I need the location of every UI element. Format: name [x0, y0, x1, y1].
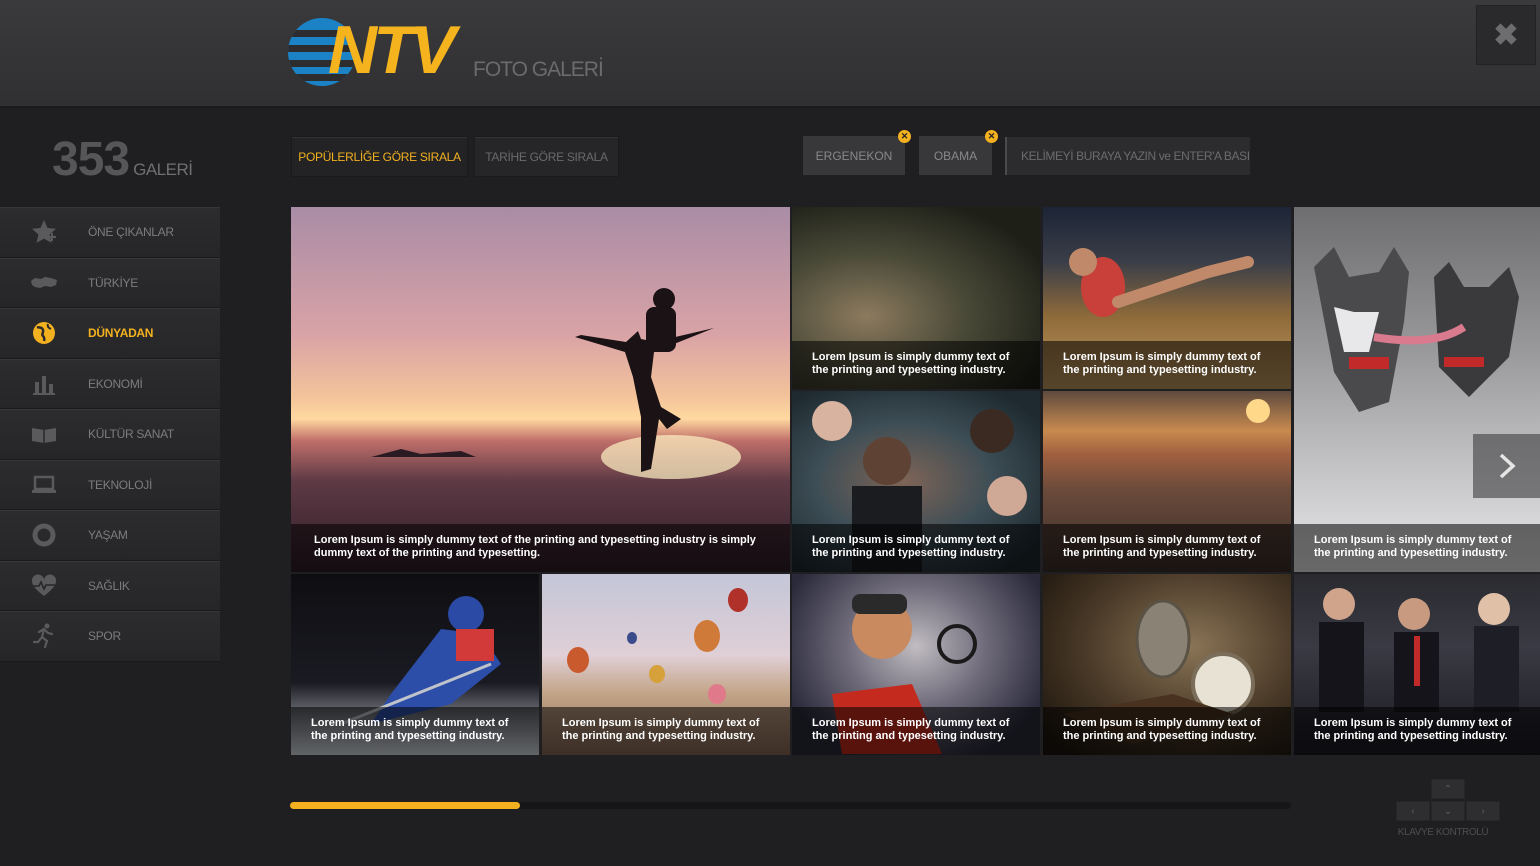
husky-figures [1314, 247, 1519, 412]
remove-tag-obama-icon[interactable]: ✕ [985, 130, 998, 143]
photo-gallery-grid: Lorem Ipsum is simply dummy text of the … [291, 207, 1540, 755]
gallery-count: 353 [52, 133, 130, 186]
gallery-caption: Lorem Ipsum is simply dummy text of the … [542, 707, 790, 755]
gallery-caption: Lorem Ipsum is simply dummy text of the … [792, 341, 1040, 389]
logo-subtitle: FOTO GALERİ [473, 58, 604, 81]
bar-chart-icon [0, 370, 88, 398]
gallery-caption: Lorem Ipsum is simply dummy text of the … [1043, 341, 1291, 389]
sidebar-item-teknoloji[interactable]: TEKNOLOJİ [0, 459, 220, 510]
gallery-scroll-progress[interactable] [290, 802, 1291, 809]
keyboard-right-button[interactable]: › [1466, 801, 1500, 821]
gallery-caption: Lorem Ipsum is simply dummy text of the … [1043, 707, 1291, 755]
sort-by-popularity-button[interactable]: POPÜLERLİĞE GÖRE SIRALA [291, 136, 468, 177]
gallery-count-label: GALERİ [133, 160, 193, 179]
gallery-caption: Lorem Ipsum is simply dummy text of the … [291, 707, 539, 755]
gallery-tile-conference[interactable]: Lorem Ipsum is simply dummy text of the … [1294, 574, 1540, 755]
sidebar-item-one-cikanlar[interactable]: ÖNE ÇIKANLAR [0, 207, 220, 258]
gallery-caption: Lorem Ipsum is simply dummy text of the … [1294, 707, 1540, 755]
sidebar-item-label: KÜLTÜR SANAT [88, 427, 174, 442]
runner-icon [0, 622, 88, 650]
sidebar-item-dunyadan[interactable]: DÜNYADAN [0, 308, 220, 359]
yoga-figure-silhouette [371, 288, 741, 479]
gallery-counter: 353 GALERİ [52, 132, 193, 187]
star-icon [0, 218, 88, 246]
gallery-caption: Lorem Ipsum is simply dummy text of the … [291, 524, 790, 572]
circle-icon [0, 521, 88, 549]
sidebar-item-label: EKONOMİ [88, 376, 143, 391]
sidebar-item-label: ÖNE ÇIKANLAR [88, 225, 174, 240]
category-sidebar: ÖNE ÇIKANLAR TÜRKİYE DÜNYADAN EKONOMİ KÜ… [0, 207, 220, 662]
keyboard-control-label: KLAVYE KONTROLÜ [1397, 827, 1489, 838]
sidebar-item-label: TEKNOLOJİ [88, 477, 152, 492]
gallery-tile-istanbul[interactable]: Lorem Ipsum is simply dummy text of the … [1043, 391, 1291, 572]
chevron-right-icon [1499, 453, 1516, 479]
turkey-map-icon [0, 269, 88, 297]
keyboard-down-button[interactable]: ⌄ [1431, 801, 1465, 821]
gallery-tile-tennis[interactable]: Lorem Ipsum is simply dummy text of the … [792, 574, 1040, 755]
close-icon: ✖ [1493, 18, 1519, 52]
gallery-tile-yoga-sunset[interactable]: Lorem Ipsum is simply dummy text of the … [291, 207, 790, 572]
header-bar: NTV FOTO GALERİ ✖ [0, 0, 1540, 108]
book-icon [0, 420, 88, 448]
sidebar-item-label: SAĞLIK [88, 578, 130, 593]
keyboard-up-button[interactable]: ⌃ [1431, 779, 1465, 799]
sidebar-item-label: YAŞAM [88, 528, 128, 543]
next-page-button[interactable] [1473, 434, 1540, 498]
gallery-tile-sled-dogs[interactable]: Lorem Ipsum is simply dummy text of the … [1294, 207, 1540, 572]
sort-by-date-button[interactable]: TARİHE GÖRE SIRALA [474, 136, 619, 177]
gallery-caption: Lorem Ipsum is simply dummy text of the … [792, 707, 1040, 755]
sidebar-item-ekonomi[interactable]: EKONOMİ [0, 358, 220, 409]
sidebar-item-kultur-sanat[interactable]: KÜLTÜR SANAT [0, 409, 220, 460]
tag-obama[interactable]: OBAMA [919, 136, 992, 175]
sidebar-item-spor[interactable]: SPOR [0, 611, 220, 662]
globe-icon [0, 319, 88, 347]
sidebar-item-turkiye[interactable]: TÜRKİYE [0, 257, 220, 308]
close-button[interactable]: ✖ [1476, 5, 1536, 65]
gallery-caption: Lorem Ipsum is simply dummy text of the … [792, 524, 1040, 572]
keyboard-left-button[interactable]: ‹ [1396, 801, 1430, 821]
logo-text: NTV [328, 12, 456, 88]
heart-pulse-icon [0, 572, 88, 600]
sidebar-item-label: SPOR [88, 629, 121, 644]
sidebar-item-label: DÜNYADAN [88, 326, 154, 341]
gallery-tile-soldiers[interactable]: Lorem Ipsum is simply dummy text of the … [792, 207, 1040, 389]
laptop-icon [0, 471, 88, 499]
progress-fill [290, 802, 521, 809]
gallery-tile-long-jump[interactable]: Lorem Ipsum is simply dummy text of the … [1043, 207, 1291, 389]
gallery-caption: Lorem Ipsum is simply dummy text of the … [1294, 524, 1540, 572]
gallery-tile-obama[interactable]: Lorem Ipsum is simply dummy text of the … [792, 391, 1040, 572]
remove-tag-ergenekon-icon[interactable]: ✕ [898, 130, 911, 143]
keyword-search-input[interactable] [1005, 137, 1250, 175]
gallery-tile-balloons[interactable]: Lorem Ipsum is simply dummy text of the … [542, 574, 790, 755]
gallery-caption: Lorem Ipsum is simply dummy text of the … [1043, 524, 1291, 572]
sidebar-item-saglik[interactable]: SAĞLIK [0, 560, 220, 611]
sidebar-item-yasam[interactable]: YAŞAM [0, 510, 220, 561]
tag-ergenekon[interactable]: ERGENEKON [803, 136, 905, 175]
gallery-tile-skier[interactable]: Lorem Ipsum is simply dummy text of the … [291, 574, 539, 755]
sidebar-item-label: TÜRKİYE [88, 275, 138, 290]
gallery-tile-pocket-watch[interactable]: Lorem Ipsum is simply dummy text of the … [1043, 574, 1291, 755]
